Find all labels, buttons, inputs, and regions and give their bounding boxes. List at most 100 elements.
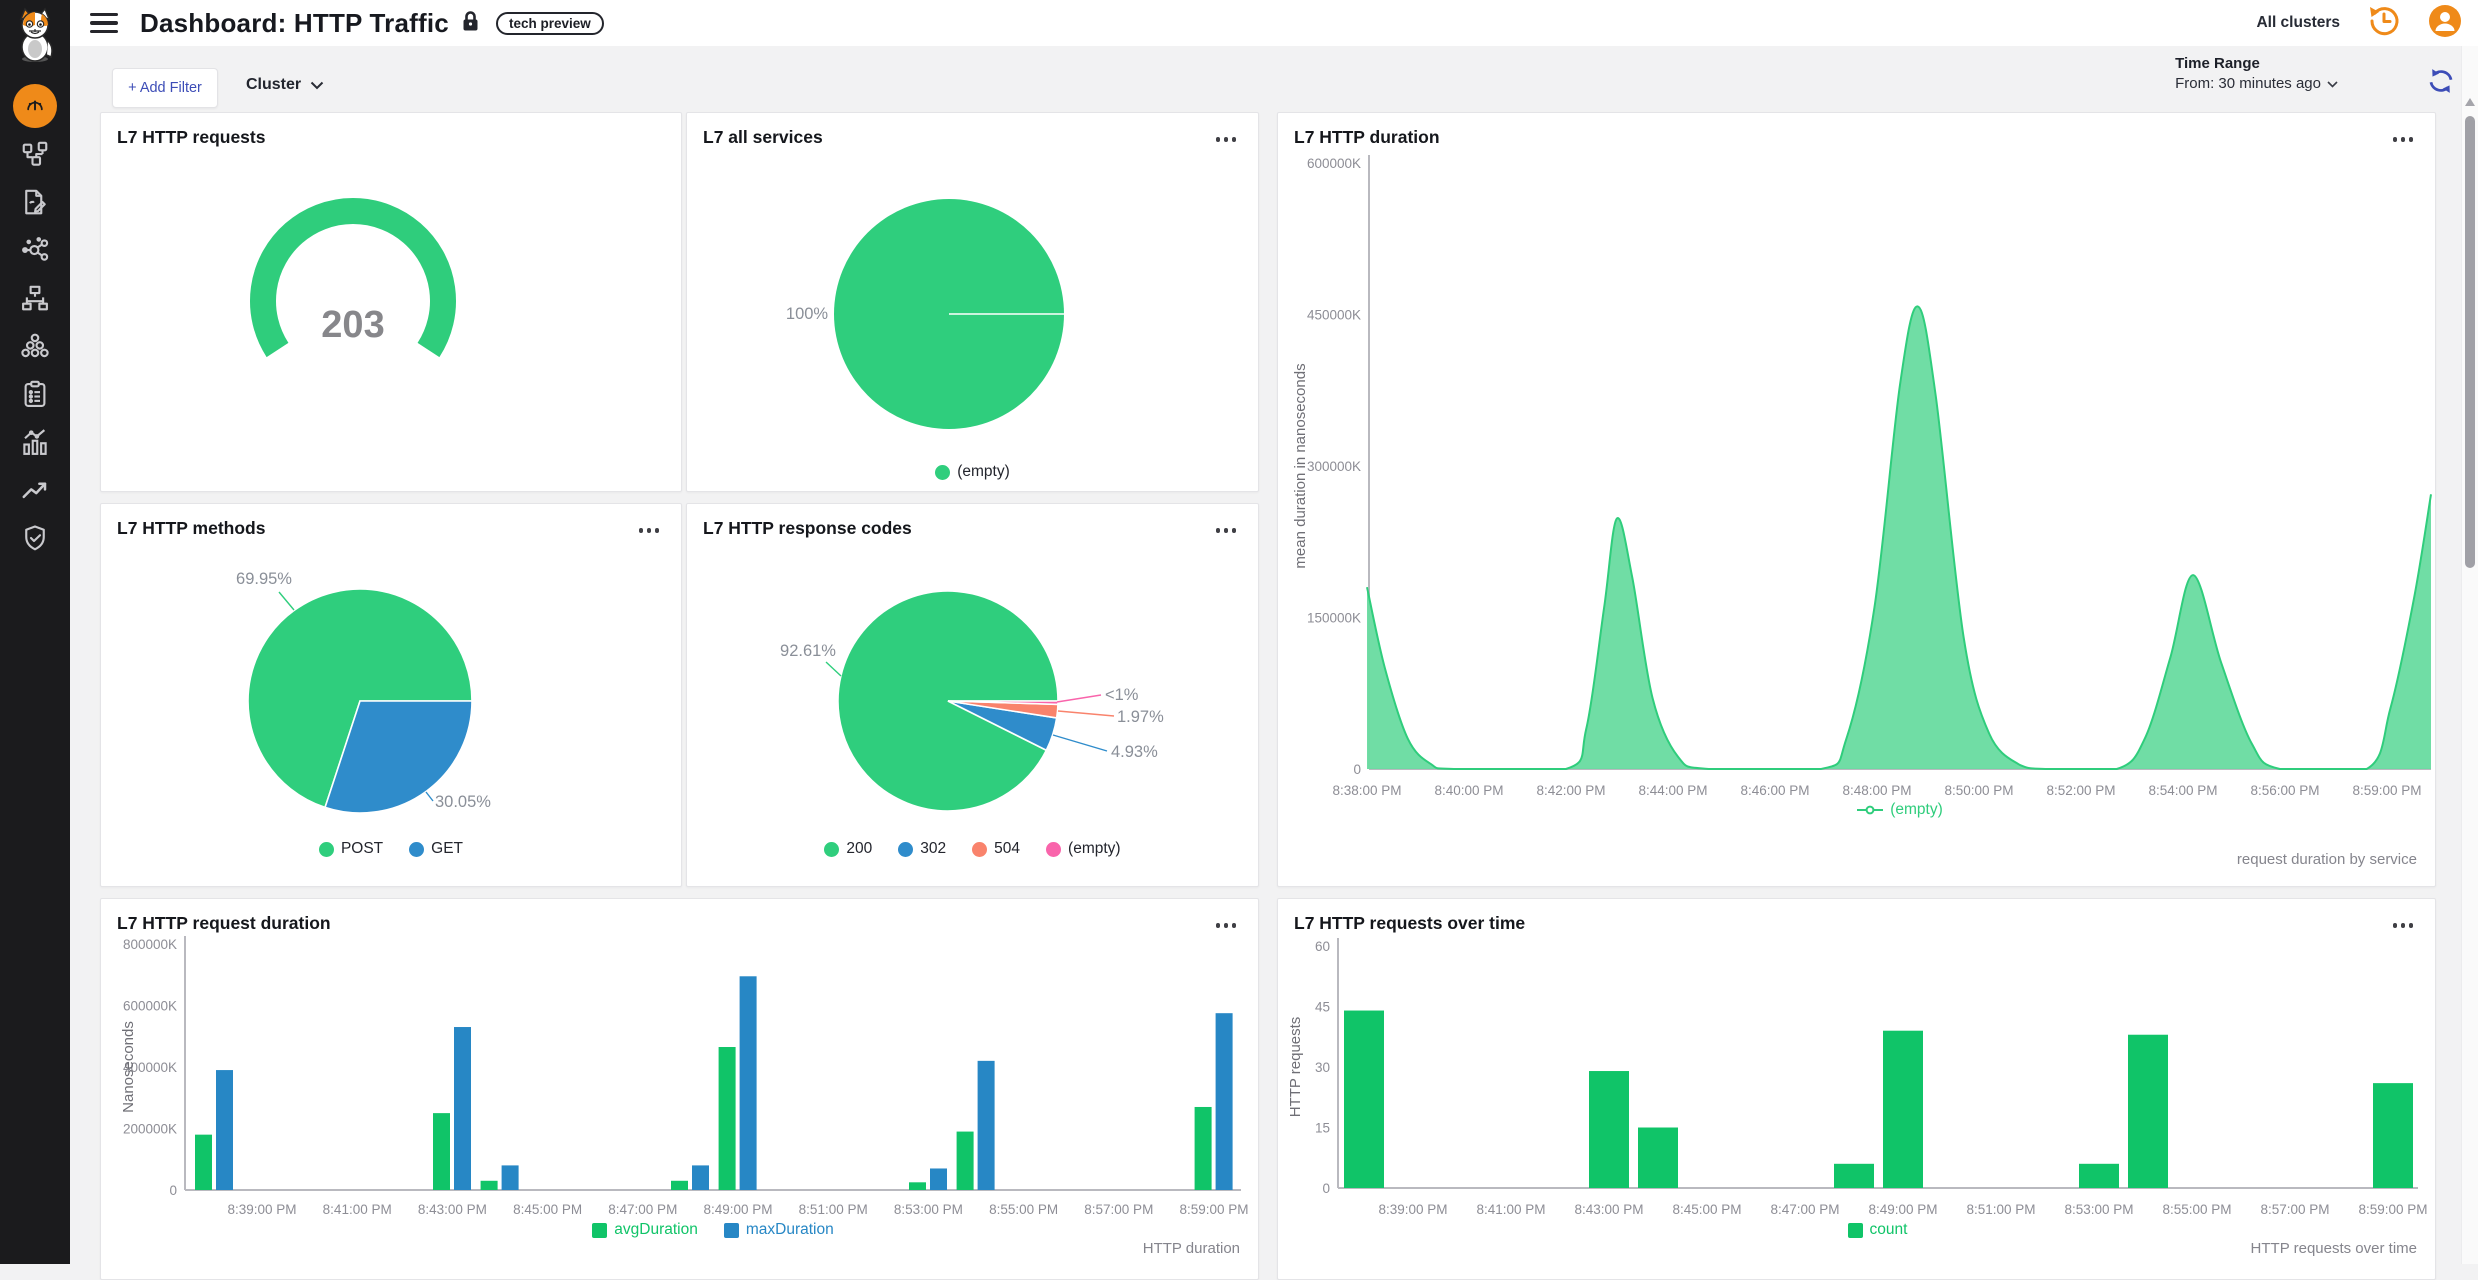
sidebar-item-topology[interactable] — [13, 132, 57, 176]
user-avatar-icon[interactable] — [2428, 4, 2462, 43]
card-menu-icon[interactable] — [2389, 133, 2418, 146]
svg-text:15: 15 — [1315, 1121, 1330, 1136]
legend-item-(empty)[interactable]: (empty) — [1857, 801, 1943, 819]
bar-maxDuration — [216, 1070, 233, 1190]
legend-item-504[interactable]: 504 — [972, 840, 1020, 858]
card-l7-http-response-codes: L7 HTTP response codes 92.61%4.93%1.97%<… — [686, 503, 1259, 887]
chart-legend: avgDuration maxDuration — [185, 1221, 1241, 1239]
card-l7-http-methods: L7 HTTP methods 69.95%30.05% POSTGET — [100, 503, 682, 887]
svg-text:8:41:00 PM: 8:41:00 PM — [1476, 1202, 1545, 1217]
bar-avgDuration — [481, 1181, 498, 1190]
svg-text:300000K: 300000K — [1307, 459, 1361, 474]
bar-maxDuration — [1216, 1013, 1233, 1190]
card-title: L7 HTTP request duration — [117, 913, 331, 934]
card-menu-icon[interactable] — [1212, 919, 1241, 932]
scrollbar-thumb[interactable] — [2465, 116, 2475, 568]
sidebar-item-network[interactable] — [13, 276, 57, 320]
scroll-up-arrow[interactable] — [2465, 98, 2475, 106]
cluster-dropdown-label: Cluster — [246, 76, 301, 94]
card-title: L7 HTTP requests over time — [1294, 913, 1525, 934]
trend-icon — [20, 475, 50, 505]
time-range-value[interactable]: From: 30 minutes ago — [2175, 74, 2338, 94]
bar-maxDuration — [502, 1165, 519, 1190]
bar-count — [1344, 1011, 1384, 1188]
lock-icon — [461, 10, 480, 37]
card-menu-icon[interactable] — [635, 524, 664, 537]
axes: 0200000K400000K600000K800000K8:39:00 PM8… — [120, 936, 1249, 1217]
svg-text:8:46:00 PM: 8:46:00 PM — [1740, 783, 1809, 798]
legend-label: 504 — [994, 840, 1020, 858]
card-menu-icon[interactable] — [1212, 133, 1241, 146]
sidebar-item-flows[interactable] — [13, 180, 57, 224]
svg-text:600000K: 600000K — [123, 999, 177, 1014]
sidebar-item-policies[interactable] — [13, 372, 57, 416]
sidebar-item-metrics[interactable] — [13, 420, 57, 464]
sidebar-item-security[interactable] — [13, 516, 57, 560]
sidebar-item-trends[interactable] — [13, 468, 57, 512]
dot-marker-icon — [935, 465, 950, 480]
add-filter-button[interactable]: + Add Filter — [112, 68, 218, 108]
svg-text:8:40:00 PM: 8:40:00 PM — [1434, 783, 1503, 798]
cluster-nodes-icon — [20, 331, 50, 361]
sidebar-nav — [0, 70, 70, 564]
hamburger-menu-icon[interactable] — [90, 13, 118, 33]
chart-legend: POST GET — [101, 840, 681, 858]
legend-item-(empty)[interactable]: (empty) — [1046, 840, 1121, 858]
svg-text:8:51:00 PM: 8:51:00 PM — [1966, 1202, 2035, 1217]
card-l7-http-requests: L7 HTTP requests 203 — [100, 112, 682, 492]
square-marker-icon — [724, 1223, 739, 1238]
svg-text:8:47:00 PM: 8:47:00 PM — [608, 1202, 677, 1217]
legend-item-POST[interactable]: POST — [319, 840, 383, 858]
refresh-icon[interactable] — [2426, 66, 2456, 101]
svg-text:150000K: 150000K — [1307, 611, 1361, 626]
pie-percent-label: 30.05% — [435, 793, 491, 811]
bar-maxDuration — [978, 1061, 995, 1190]
svg-text:8:45:00 PM: 8:45:00 PM — [513, 1202, 582, 1217]
svg-text:0: 0 — [169, 1183, 177, 1198]
card-l7-http-duration: L7 HTTP duration 0150000K300000K450000K6… — [1277, 112, 2436, 887]
svg-text:8:59:00 PM: 8:59:00 PM — [2352, 783, 2421, 798]
card-menu-icon[interactable] — [1212, 524, 1241, 537]
sidebar-item-dashboards[interactable] — [13, 84, 57, 128]
card-menu-icon[interactable] — [2389, 919, 2418, 932]
svg-text:0: 0 — [1353, 762, 1361, 777]
sidebar-item-clusters[interactable] — [13, 324, 57, 368]
svg-text:8:49:00 PM: 8:49:00 PM — [1868, 1202, 1937, 1217]
legend-label: 200 — [846, 840, 872, 858]
card-title: L7 all services — [703, 127, 823, 148]
bar-avgDuration — [719, 1047, 736, 1190]
legend-item-GET[interactable]: GET — [409, 840, 463, 858]
svg-text:8:55:00 PM: 8:55:00 PM — [989, 1202, 1058, 1217]
legend-label: POST — [341, 840, 383, 858]
cluster-dropdown[interactable]: Cluster — [246, 76, 324, 94]
legend-item-maxDuration[interactable]: maxDuration — [724, 1221, 834, 1239]
legend-item-avgDuration[interactable]: avgDuration — [592, 1221, 698, 1239]
svg-text:8:39:00 PM: 8:39:00 PM — [1378, 1202, 1447, 1217]
svg-text:8:59:00 PM: 8:59:00 PM — [1179, 1202, 1248, 1217]
pie-percent-label: 92.61% — [780, 642, 836, 660]
legend-item-302[interactable]: 302 — [898, 840, 946, 858]
svg-text:8:57:00 PM: 8:57:00 PM — [1084, 1202, 1153, 1217]
svg-text:8:52:00 PM: 8:52:00 PM — [2046, 783, 2115, 798]
clipboard-icon — [20, 379, 50, 409]
svg-text:8:56:00 PM: 8:56:00 PM — [2250, 783, 2319, 798]
cluster-selector[interactable]: All clusters — [2256, 14, 2340, 32]
svg-text:8:48:00 PM: 8:48:00 PM — [1842, 783, 1911, 798]
sidebar-item-service-map[interactable] — [13, 228, 57, 272]
svg-text:30: 30 — [1315, 1060, 1330, 1075]
legend-label: GET — [431, 840, 463, 858]
vertical-scrollbar[interactable] — [2461, 46, 2478, 1264]
bar-count — [2373, 1083, 2413, 1188]
legend-item-(empty)[interactable]: (empty) — [935, 463, 1010, 481]
svg-text:8:54:00 PM: 8:54:00 PM — [2148, 783, 2217, 798]
history-icon[interactable] — [2366, 3, 2402, 44]
card-l7-http-requests-over-time: L7 HTTP requests over time 0153045608:39… — [1277, 898, 2436, 1280]
svg-text:600000K: 600000K — [1307, 156, 1361, 171]
gauge-value: 203 — [321, 304, 384, 346]
bar-chart-icon — [20, 427, 50, 457]
bar-maxDuration — [692, 1165, 709, 1190]
svg-text:8:38:00 PM: 8:38:00 PM — [1332, 783, 1401, 798]
bar-maxDuration — [740, 976, 757, 1190]
legend-item-200[interactable]: 200 — [824, 840, 872, 858]
legend-item-count[interactable]: count — [1848, 1221, 1908, 1239]
